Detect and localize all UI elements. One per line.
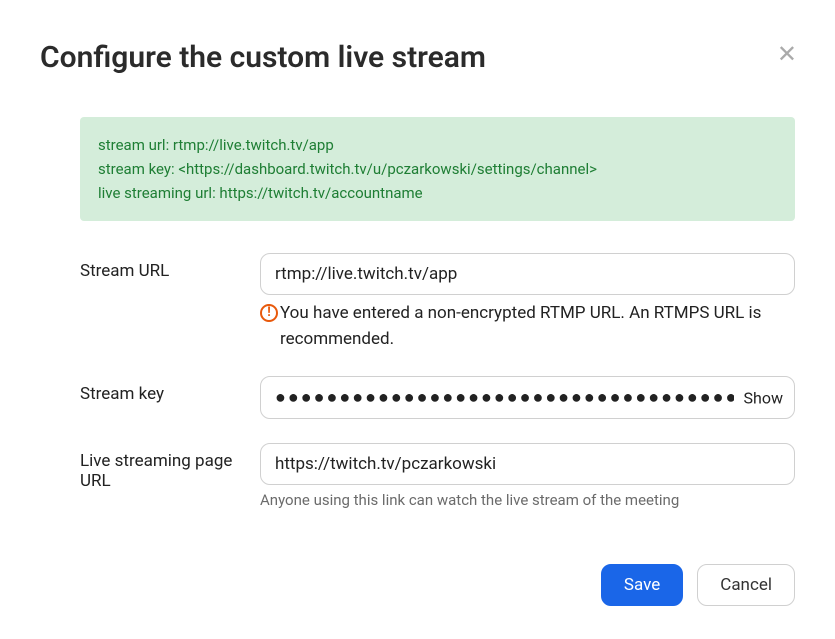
modal-title: Configure the custom live stream <box>40 40 795 75</box>
warning-icon: ! <box>260 304 278 322</box>
page-url-label: Live streaming page URL <box>80 443 260 509</box>
page-url-help: Anyone using this link can watch the liv… <box>260 491 795 509</box>
configure-live-stream-modal: ✕ Configure the custom live stream strea… <box>0 0 835 636</box>
info-line: stream url: rtmp://live.twitch.tv/app <box>98 133 777 157</box>
page-url-input[interactable] <box>260 443 795 485</box>
stream-key-row: Stream key Show <box>80 376 795 419</box>
info-line: live streaming url: https://twitch.tv/ac… <box>98 181 777 205</box>
modal-footer: Save Cancel <box>40 564 795 606</box>
show-key-button[interactable]: Show <box>744 388 783 407</box>
stream-url-row: Stream URL ! You have entered a non-encr… <box>80 253 795 352</box>
cancel-button[interactable]: Cancel <box>697 564 795 606</box>
close-icon[interactable]: ✕ <box>777 42 797 66</box>
stream-url-input[interactable] <box>260 253 795 295</box>
info-line: stream key: <https://dashboard.twitch.tv… <box>98 157 777 181</box>
info-banner: stream url: rtmp://live.twitch.tv/app st… <box>80 117 795 221</box>
save-button[interactable]: Save <box>601 564 683 606</box>
stream-url-warning: ! You have entered a non-encrypted RTMP … <box>260 301 795 352</box>
stream-key-input[interactable] <box>260 376 795 419</box>
page-url-row: Live streaming page URL Anyone using thi… <box>80 443 795 509</box>
stream-url-label: Stream URL <box>80 253 260 352</box>
warning-text: You have entered a non-encrypted RTMP UR… <box>280 301 795 352</box>
stream-key-label: Stream key <box>80 376 260 419</box>
